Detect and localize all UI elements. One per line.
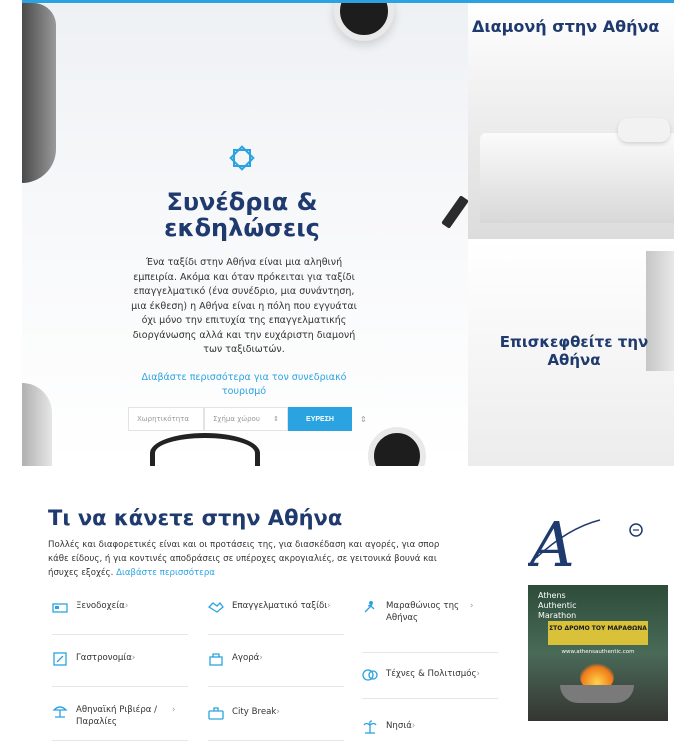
statue-image [22, 3, 56, 183]
divider [208, 686, 344, 687]
section-description-text: Πολλές και διαφορετικές είναι και οι προ… [48, 540, 440, 578]
shopping-bag-icon [209, 653, 223, 666]
search-button[interactable]: ΕΥΡΕΣΗ [288, 407, 352, 431]
marathon-ad-banner[interactable]: Athens Authentic Marathon ΣΤΟ ΔΡΟΜΟ ΤΟΥ … [528, 585, 668, 721]
section-title: Τι να κάνετε στην Αθήνα [48, 506, 343, 530]
runner-icon [364, 601, 375, 613]
hotel-icon [52, 603, 68, 613]
torch-bowl-image [560, 685, 634, 703]
ad-logo-text: Athens Authentic Marathon [538, 591, 577, 621]
divider [52, 740, 188, 741]
bed-image [480, 133, 674, 223]
glasses-image [150, 433, 260, 466]
category-label: Ξενοδοχεία [76, 601, 125, 611]
ad-headline: ΣΤΟ ΔΡΟΜΟ ΤΟΥ ΜΑΡΑΘΩΝΑ [548, 621, 648, 645]
hero-title: Συνέδρια & εκδηλώσεις [164, 188, 320, 242]
ad-url: www.athensauthentic.com [561, 649, 635, 655]
category-label: Αθηναϊκή Ριβιέρα / Παραλίες [76, 705, 158, 727]
category-label: Γαστρονομία [76, 653, 132, 663]
handshake-icon [208, 602, 224, 613]
category-riviera-beaches[interactable]: Αθηναϊκή Ριβιέρα / Παραλίες › [52, 704, 175, 728]
capacity-input[interactable]: Χωρητικότητα [128, 407, 204, 431]
conference-tourism-link[interactable]: Διαβάστε περισσότερα για τον συνεδριακό … [140, 371, 348, 399]
category-marathon[interactable]: Μαραθώνιος της Αθήνας › [362, 600, 473, 624]
category-hotels[interactable]: Ξενοδοχεία › [52, 600, 128, 614]
chevron-updown-icon[interactable]: ⇕ [360, 415, 367, 424]
pen-image [441, 195, 468, 229]
divider [208, 740, 344, 741]
section-description: Πολλές και διαφορετικές είναι και οι προ… [48, 538, 456, 580]
accommodation-panel[interactable]: Διαμονή στην Αθήνα [468, 3, 674, 239]
menu-icon [53, 652, 67, 666]
visit-athens-panel[interactable]: Επισκεφθείτε την Αθήνα [468, 241, 674, 466]
statue-image [22, 383, 52, 466]
divider [362, 652, 498, 653]
category-arts-culture[interactable]: Τέχνες & Πολιτισμός › [362, 668, 480, 682]
palm-island-icon [363, 720, 377, 734]
pillow-image [618, 118, 670, 142]
theatre-icon [362, 669, 378, 681]
divider [208, 634, 344, 635]
category-label: Νησιά [386, 721, 412, 731]
diamond-logo-icon [229, 145, 255, 171]
category-label: Αγορά [232, 653, 260, 663]
coffee-cup-image [368, 427, 426, 466]
divider [52, 634, 188, 635]
hero-section: Συνέδρια & εκδηλώσεις Ένα ταξίδι στην Αθ… [22, 0, 674, 466]
category-city-break[interactable]: City Break › [208, 706, 280, 720]
venue-type-select[interactable]: Σχήμα χώρου ⇕ [204, 407, 288, 431]
athina-logo-banner[interactable]: A [528, 508, 668, 580]
venue-type-label: Σχήμα χώρου [213, 415, 260, 423]
category-gastronomy[interactable]: Γαστρονομία › [52, 652, 135, 666]
coffee-cup-image [334, 3, 394, 41]
category-label: Επαγγελματικό ταξίδι [232, 601, 328, 611]
accommodation-title[interactable]: Διαμονή στην Αθήνα [472, 17, 674, 36]
ad-logo-line3: Marathon [538, 611, 577, 620]
divider [52, 686, 188, 687]
suitcase-icon [208, 707, 224, 720]
page: Συνέδρια & εκδηλώσεις Ένα ταξίδι στην Αθ… [0, 0, 674, 749]
hero-description: Ένα ταξίδι στην Αθήνα είναι μια αληθινή … [131, 257, 357, 355]
category-business-travel[interactable]: Επαγγελματικό ταξίδι › [208, 600, 331, 614]
ad-logo-line1: Athens [538, 591, 566, 600]
category-label: Τέχνες & Πολιτισμός [386, 669, 477, 679]
divider [362, 698, 498, 699]
category-label: City Break [232, 707, 277, 717]
category-islands[interactable]: Νησιά › [362, 720, 415, 734]
category-label: Μαραθώνιος της Αθήνας [386, 601, 460, 623]
conferences-panel: Συνέδρια & εκδηλώσεις Ένα ταξίδι στην Αθ… [22, 3, 468, 466]
ad-logo-line2: Authentic [538, 601, 577, 610]
category-shopping[interactable]: Αγορά › [208, 652, 263, 666]
chevron-updown-icon: ⇕ [273, 415, 279, 423]
beach-umbrella-icon [52, 706, 68, 718]
venue-search-bar: Χωρητικότητα Σχήμα χώρου ⇕ ΕΥΡΕΣΗ ⇕ [128, 407, 367, 431]
read-more-link[interactable]: Διαβάστε περισσότερα [116, 568, 215, 578]
visit-athens-title[interactable]: Επισκεφθείτε την Αθήνα [476, 333, 672, 369]
